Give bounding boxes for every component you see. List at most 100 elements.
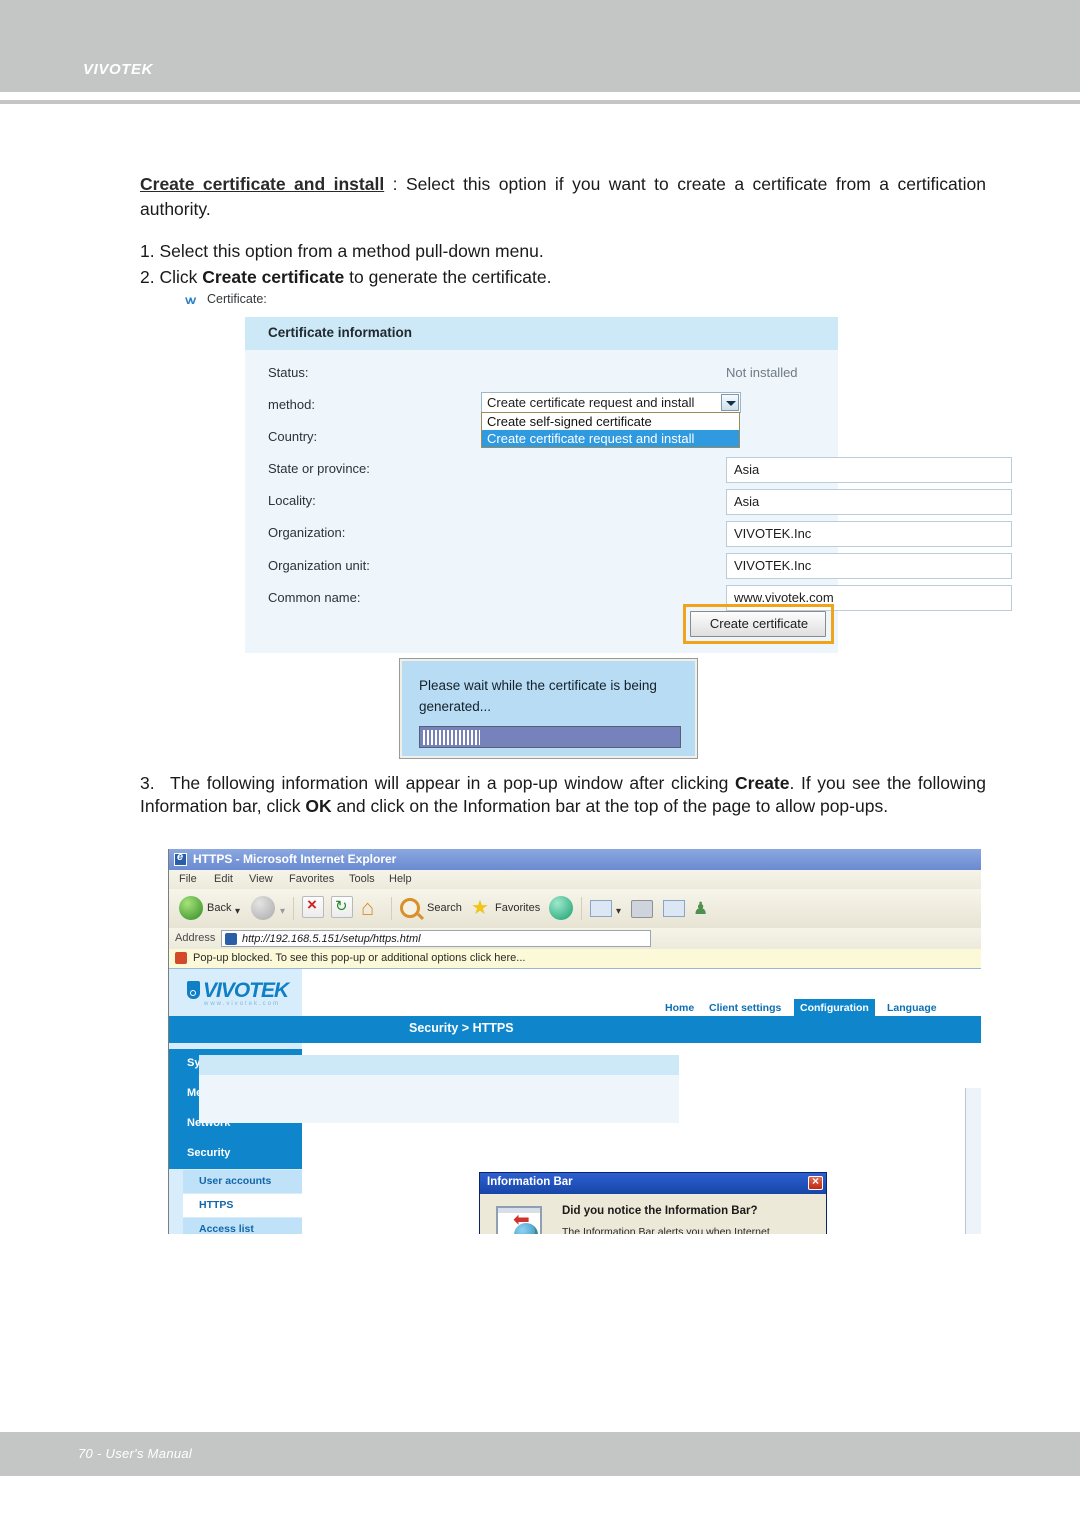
mail-dropdown-icon[interactable]: ▾ xyxy=(616,906,621,917)
browser-title-text: HTTPS - Microsoft Internet Explorer xyxy=(193,852,397,866)
organization-unit-value: VIVOTEK.Inc xyxy=(734,558,812,573)
breadcrumb: Security > HTTPS xyxy=(409,1021,514,1035)
forward-dropdown-icon[interactable]: ▾ xyxy=(280,906,285,917)
row-label-locality: Locality: xyxy=(268,493,316,508)
generating-message: Please wait while the certificate is bei… xyxy=(419,678,657,714)
mail-icon[interactable] xyxy=(590,900,612,917)
option-title: Create certificate and install xyxy=(140,174,385,194)
organization-input[interactable]: VIVOTEK.Inc xyxy=(726,521,1012,547)
browser-window-screenshot: HTTPS - Microsoft Internet Explorer File… xyxy=(168,849,981,1234)
row-label-common-name: Common name: xyxy=(268,590,361,605)
address-value: http://192.168.5.151/setup/https.html xyxy=(242,933,421,945)
menu-tools[interactable]: Tools xyxy=(349,873,375,885)
step-3-body: The following information will appear in… xyxy=(140,773,986,816)
browser-page-content: VIVOTEK www.vivotek.com Home Client sett… xyxy=(169,968,981,1234)
menu-file[interactable]: File xyxy=(179,873,197,885)
method-select-options[interactable]: Create self-signed certificate Create ce… xyxy=(481,412,740,448)
generating-certificate-dialog: Please wait while the certificate is bei… xyxy=(400,659,697,758)
vivotek-url: www.vivotek.com xyxy=(204,1001,281,1007)
information-bar-dialog: Information Bar ⬅ Did you notice the Inf… xyxy=(479,1172,827,1234)
dialog-title-text: Information Bar xyxy=(487,1176,573,1188)
media-icon[interactable] xyxy=(549,896,573,920)
dialog-title-bar: Information Bar xyxy=(480,1173,826,1194)
step-2-prefix: 2. Click xyxy=(140,267,203,287)
toolbar-divider-2 xyxy=(391,897,392,920)
brand-logo: VIVOTEK xyxy=(83,61,154,78)
nav-language[interactable]: Language xyxy=(887,1002,937,1014)
messenger-icon[interactable]: ♟ xyxy=(693,899,708,919)
method-selected-value: Create certificate request and install xyxy=(487,395,695,410)
page-icon xyxy=(225,933,237,945)
nav-home[interactable]: Home xyxy=(665,1002,694,1014)
sidebar-subitem-user-accounts[interactable]: User accounts xyxy=(183,1170,302,1193)
internet-explorer-icon xyxy=(174,851,187,866)
print-icon[interactable] xyxy=(631,900,653,918)
page-panel-header xyxy=(199,1055,679,1075)
camera-icon xyxy=(187,981,200,999)
nav-client-settings[interactable]: Client settings xyxy=(709,1002,781,1014)
close-icon[interactable] xyxy=(808,1174,823,1190)
toolbar-divider-1 xyxy=(293,897,294,920)
method-option-request-and-install[interactable]: Create certificate request and install xyxy=(482,430,739,447)
home-icon[interactable] xyxy=(361,895,383,923)
expander-icon: vv xyxy=(185,293,196,307)
forward-icon[interactable] xyxy=(251,896,275,920)
edit-icon[interactable] xyxy=(663,900,685,917)
browser-title-bar: HTTPS - Microsoft Internet Explorer xyxy=(169,849,981,870)
instruction-block: Create certificate and install : Select … xyxy=(140,172,986,290)
intro-paragraph: Create certificate and install : Select … xyxy=(140,172,986,222)
common-name-value: www.vivotek.com xyxy=(734,590,834,605)
sidebar-item-security[interactable]: Security xyxy=(169,1139,302,1169)
stop-icon[interactable] xyxy=(302,895,324,918)
breadcrumb-bar xyxy=(169,1016,981,1043)
popup-blocked-text: Pop-up blocked. To see this pop-up or ad… xyxy=(193,952,526,964)
dialog-body-text: The Information Bar alerts you when Inte… xyxy=(562,1226,770,1234)
row-label-country: Country: xyxy=(268,429,318,444)
menu-edit[interactable]: Edit xyxy=(214,873,233,885)
favorites-star-icon[interactable]: ★ xyxy=(471,898,489,918)
row-label-organization-unit: Organization unit: xyxy=(268,558,370,573)
nav-configuration[interactable]: Configuration xyxy=(794,999,875,1017)
page-scrollbar[interactable] xyxy=(965,1088,981,1234)
menu-favorites[interactable]: Favorites xyxy=(289,873,334,885)
page-panel-body xyxy=(199,1075,679,1123)
organization-value: VIVOTEK.Inc xyxy=(734,526,812,541)
step-3-part-a: The following information will appear in… xyxy=(170,773,735,793)
locality-input[interactable]: Asia xyxy=(726,489,1012,515)
popup-blocked-information-bar[interactable]: Pop-up blocked. To see this pop-up or ad… xyxy=(169,949,981,969)
address-label: Address xyxy=(175,932,216,944)
refresh-icon[interactable] xyxy=(331,896,353,918)
step-3-part-e: and click on the Information bar at the … xyxy=(331,795,889,816)
back-icon[interactable] xyxy=(179,896,203,920)
address-input[interactable]: http://192.168.5.151/setup/https.html xyxy=(221,930,651,947)
certificate-panel-header: Certificate information xyxy=(245,317,838,350)
menu-help[interactable]: Help xyxy=(389,873,412,885)
row-label-organization: Organization: xyxy=(268,525,346,540)
sidebar-subitem-https[interactable]: HTTPS xyxy=(183,1194,302,1217)
method-option-self-signed[interactable]: Create self-signed certificate xyxy=(482,413,739,430)
search-label[interactable]: Search xyxy=(427,902,462,914)
browser-address-bar: Address http://192.168.5.151/setup/https… xyxy=(169,928,981,950)
footer-page-label: 70 - User's Manual xyxy=(78,1446,193,1461)
favorites-label[interactable]: Favorites xyxy=(495,902,540,914)
sidebar-subitem-access-list[interactable]: Access list xyxy=(183,1218,302,1234)
organization-unit-input[interactable]: VIVOTEK.Inc xyxy=(726,553,1012,579)
step-3-emphasis-create: Create xyxy=(735,773,790,793)
method-select[interactable]: Create certificate request and install xyxy=(481,392,741,413)
state-or-province-input[interactable]: Asia xyxy=(726,457,1012,483)
menu-view[interactable]: View xyxy=(249,873,273,885)
certificate-information-panel: Certificate information Status: method: … xyxy=(245,317,1012,653)
search-icon[interactable] xyxy=(400,898,420,918)
row-label-state: State or province: xyxy=(268,461,370,476)
state-or-province-value: Asia xyxy=(734,462,760,477)
chevron-down-icon[interactable] xyxy=(721,394,739,411)
create-certificate-label: Create certificate xyxy=(709,616,809,631)
step-3-emphasis-ok: OK xyxy=(305,795,332,816)
step-2-emphasis: Create certificate xyxy=(202,267,345,287)
row-label-method: method: xyxy=(268,397,315,412)
toolbar-divider-3 xyxy=(581,897,582,920)
back-label[interactable]: Back xyxy=(207,902,231,914)
create-certificate-button[interactable]: Create certificate xyxy=(690,611,826,637)
information-bar-illustration-icon: ⬅ xyxy=(496,1206,548,1234)
back-dropdown-icon[interactable]: ▾ xyxy=(235,906,240,917)
